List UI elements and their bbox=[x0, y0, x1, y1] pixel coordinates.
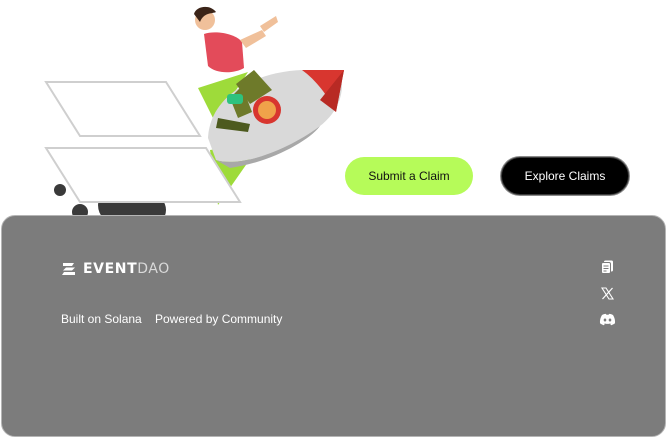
brand-name-strong: EVENT bbox=[83, 261, 138, 277]
powered-by-community-link[interactable]: Powered by Community bbox=[155, 312, 282, 326]
x-icon bbox=[600, 286, 614, 300]
page: Submit a Claim Explore Claims EVENT DAO … bbox=[0, 0, 668, 438]
docs-icon bbox=[600, 260, 613, 274]
submit-claim-button[interactable]: Submit a Claim bbox=[345, 157, 473, 195]
built-on-solana-link[interactable]: Built on Solana bbox=[61, 312, 142, 326]
explore-claims-button[interactable]: Explore Claims bbox=[501, 157, 629, 195]
brand-name-light: DAO bbox=[137, 261, 170, 277]
event-dao-logo-icon bbox=[62, 263, 75, 275]
discord-icon bbox=[599, 313, 615, 325]
x-link[interactable] bbox=[598, 284, 616, 302]
discord-link[interactable] bbox=[598, 310, 616, 328]
footer: EVENT DAO Built on Solana Powered by Com… bbox=[1, 215, 666, 437]
brand-logo[interactable]: EVENT DAO bbox=[61, 261, 170, 277]
docs-link[interactable] bbox=[598, 258, 616, 276]
